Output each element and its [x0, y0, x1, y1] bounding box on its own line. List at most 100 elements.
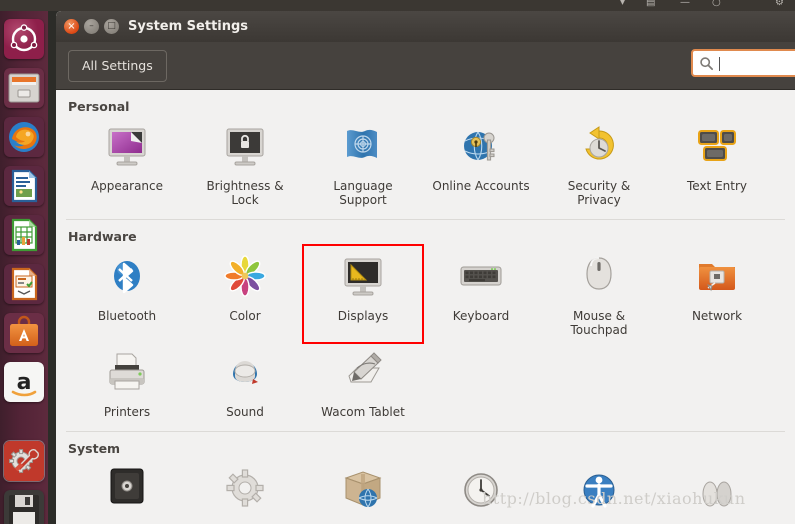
- files-icon: [4, 68, 44, 108]
- settings-item-printers[interactable]: Printers: [68, 342, 186, 423]
- settings-item-time-date[interactable]: [422, 458, 540, 524]
- desktop-screen: ▾ ▤ — ○ ⚙ a × – □ System Settings All Se…: [0, 0, 795, 524]
- user-accounts-icon: [691, 464, 743, 516]
- launcher-item-libreoffice-writer[interactable]: [4, 166, 44, 206]
- settings-item-network[interactable]: Network: [658, 246, 776, 341]
- ubuntu-logo-icon: [4, 19, 44, 59]
- launcher-item-files[interactable]: [4, 68, 44, 108]
- libreoffice-calc-icon: [4, 215, 44, 255]
- svg-text:a: a: [17, 370, 32, 395]
- chevron-down-icon[interactable]: ▾: [620, 0, 625, 8]
- sound-icon: [219, 348, 271, 400]
- settings-item-label: Brightness & Lock: [206, 179, 284, 208]
- settings-item-label: Displays: [337, 309, 389, 324]
- top-panel: ▾ ▤ — ○ ⚙: [0, 0, 795, 11]
- settings-item-mouse-touchpad[interactable]: Mouse & Touchpad: [540, 246, 658, 341]
- settings-item-label: Color: [229, 309, 261, 324]
- launcher-item-amazon[interactable]: a: [4, 362, 44, 402]
- language-support-icon: [337, 122, 389, 174]
- settings-item-software-updates[interactable]: [304, 458, 422, 524]
- section-title-system: System: [68, 440, 121, 456]
- settings-item-sound[interactable]: Sound: [186, 342, 304, 423]
- details-icon: [219, 464, 271, 516]
- settings-item-label: Sound: [226, 404, 264, 419]
- settings-item-label: Wacom Tablet: [321, 404, 405, 419]
- section-divider: [66, 430, 785, 432]
- all-settings-button[interactable]: All Settings: [68, 50, 167, 82]
- section-title-personal: Personal: [68, 99, 130, 114]
- settings-item-details[interactable]: [186, 458, 304, 524]
- settings-item-displays[interactable]: Displays: [302, 244, 424, 344]
- settings-item-security-privacy[interactable]: Security & Privacy: [540, 116, 658, 211]
- settings-item-label: Language Support: [333, 179, 393, 208]
- online-accounts-icon: [455, 122, 507, 174]
- launcher-item-libreoffice-calc[interactable]: [4, 215, 44, 255]
- libreoffice-writer-icon: [4, 166, 44, 206]
- settings-item-label: Mouse & Touchpad: [570, 309, 628, 338]
- settings-item-brightness-lock[interactable]: Brightness & Lock: [186, 116, 304, 211]
- close-icon: ×: [67, 21, 76, 32]
- keyboard-icon: [455, 252, 507, 304]
- firefox-icon: [4, 117, 44, 157]
- search-icon: [700, 57, 714, 71]
- section-title-hardware: Hardware: [68, 229, 137, 245]
- settings-item-label: Appearance: [90, 179, 164, 193]
- settings-item-label: Printers: [103, 404, 151, 419]
- window-close-button[interactable]: ×: [64, 19, 79, 34]
- software-center-icon: [4, 313, 44, 353]
- search-input[interactable]: [717, 51, 795, 77]
- clock-indicator[interactable]: ○: [712, 0, 721, 8]
- launcher-item-system-settings[interactable]: [4, 441, 44, 481]
- time-date-icon: [455, 464, 507, 516]
- settings-item-online-accounts[interactable]: Online Accounts: [422, 116, 540, 211]
- unity-launcher: a: [0, 11, 48, 524]
- window-toolbar: All Settings: [56, 42, 795, 90]
- settings-item-label: Security & Privacy: [567, 179, 631, 208]
- settings-item-label: Network: [691, 309, 743, 324]
- section-hardware: Hardware Bluetooth Color Displays Keyboa…: [56, 229, 795, 422]
- settings-item-language-support[interactable]: Language Support: [304, 116, 422, 211]
- wacom-tablet-icon: [337, 348, 389, 400]
- section-grid-hardware: Bluetooth Color Displays Keyboard Mouse …: [56, 244, 795, 423]
- universal-access-icon: [573, 464, 625, 516]
- power-gear-icon[interactable]: ⚙: [775, 0, 784, 8]
- bluetooth-icon: [101, 252, 153, 304]
- window-title: System Settings: [128, 19, 249, 34]
- keyboard-layout-icon[interactable]: —: [680, 0, 690, 8]
- settings-item-user-accounts[interactable]: [658, 458, 776, 524]
- settings-item-appearance[interactable]: Appearance: [68, 116, 186, 211]
- section-grid-personal: Appearance Brightness & Lock Language Su…: [56, 116, 795, 211]
- settings-item-backups[interactable]: [68, 458, 186, 524]
- section-grid-system: [56, 458, 795, 524]
- launcher-item-ubuntu-software-center[interactable]: [4, 313, 44, 353]
- window-minimize-button[interactable]: –: [84, 19, 99, 34]
- launcher-item-ubuntu-dash[interactable]: [4, 19, 44, 59]
- launcher-item-firefox[interactable]: [4, 117, 44, 157]
- backups-icon: [101, 464, 153, 516]
- battery-icon[interactable]: ▤: [646, 0, 655, 8]
- libreoffice-impress-icon: [4, 264, 44, 304]
- text-entry-icon: [691, 122, 743, 174]
- launcher-item-disk-drive[interactable]: [4, 490, 44, 524]
- minimize-icon: –: [89, 21, 94, 31]
- section-system: System: [56, 441, 795, 524]
- security-privacy-icon: [573, 122, 625, 174]
- settings-item-wacom-tablet[interactable]: Wacom Tablet: [304, 342, 422, 423]
- system-settings-window: × – □ System Settings All Settings Perso…: [56, 11, 795, 524]
- brightness-lock-icon: [219, 122, 271, 174]
- amazon-icon: a: [4, 362, 44, 402]
- window-maximize-button[interactable]: □: [104, 19, 119, 34]
- launcher-item-libreoffice-impress[interactable]: [4, 264, 44, 304]
- settings-content: Personal Appearance Brightness & Lock La…: [56, 90, 795, 524]
- maximize-icon: □: [107, 21, 116, 31]
- settings-item-label: Online Accounts: [432, 179, 530, 193]
- settings-item-label: Keyboard: [452, 309, 510, 324]
- section-personal: Personal Appearance Brightness & Lock La…: [56, 99, 795, 211]
- settings-item-keyboard[interactable]: Keyboard: [422, 246, 540, 341]
- displays-icon: [337, 252, 389, 304]
- settings-item-bluetooth[interactable]: Bluetooth: [68, 246, 186, 341]
- settings-item-text-entry[interactable]: Text Entry: [658, 116, 776, 211]
- settings-item-universal-access[interactable]: [540, 458, 658, 524]
- settings-item-color[interactable]: Color: [186, 246, 304, 341]
- search-field[interactable]: [691, 49, 795, 77]
